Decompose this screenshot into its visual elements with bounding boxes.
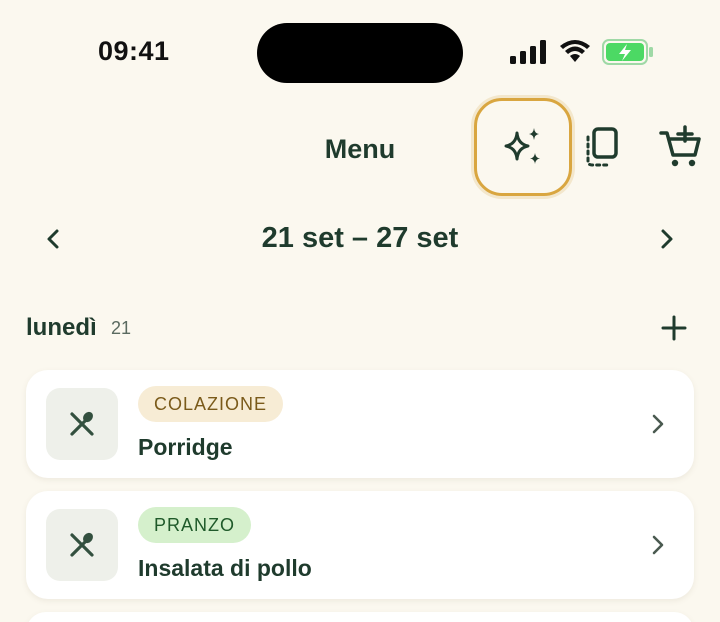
meal-tag: PRANZO [138, 507, 252, 543]
chevron-right-icon [652, 414, 664, 434]
copy-icon [586, 127, 618, 167]
week-range-label: 21 set – 27 set [261, 222, 459, 254]
meal-thumbnail [46, 509, 118, 581]
dynamic-island [257, 23, 463, 83]
meal-thumbnail [46, 388, 118, 460]
next-week-button[interactable] [650, 222, 684, 256]
add-meal-button[interactable] [656, 310, 692, 346]
add-to-cart-button[interactable] [656, 124, 706, 170]
copy-week-button[interactable] [580, 124, 624, 170]
chevron-right-icon [652, 535, 664, 555]
status-time: 09:41 [98, 36, 170, 66]
previous-week-button[interactable] [36, 222, 70, 256]
battery-charging-icon [602, 39, 653, 65]
meal-chevron [646, 531, 670, 559]
meal-card-colazione[interactable]: COLAZIONE Porridge [26, 370, 694, 478]
wifi-icon [560, 40, 590, 62]
chevron-left-icon [47, 229, 59, 249]
day-name: lunedì [26, 314, 97, 341]
sparkles-icon [504, 128, 540, 164]
page-title: Menu [324, 134, 396, 164]
ai-suggest-button[interactable] [474, 98, 572, 196]
meal-chevron [646, 410, 670, 438]
meal-name: Porridge [138, 434, 233, 460]
meal-tag: COLAZIONE [138, 386, 284, 422]
cart-add-icon [659, 125, 701, 167]
meal-card-partial[interactable] [26, 612, 694, 622]
meal-card-pranzo[interactable]: PRANZO Insalata di pollo [26, 491, 694, 599]
utensils-icon [70, 411, 94, 436]
chevron-right-icon [661, 229, 673, 249]
meal-name: Insalata di pollo [138, 555, 312, 581]
utensils-icon [70, 532, 94, 557]
signal-icon [510, 40, 546, 64]
plus-icon [661, 315, 687, 341]
day-number: 21 [111, 318, 132, 338]
